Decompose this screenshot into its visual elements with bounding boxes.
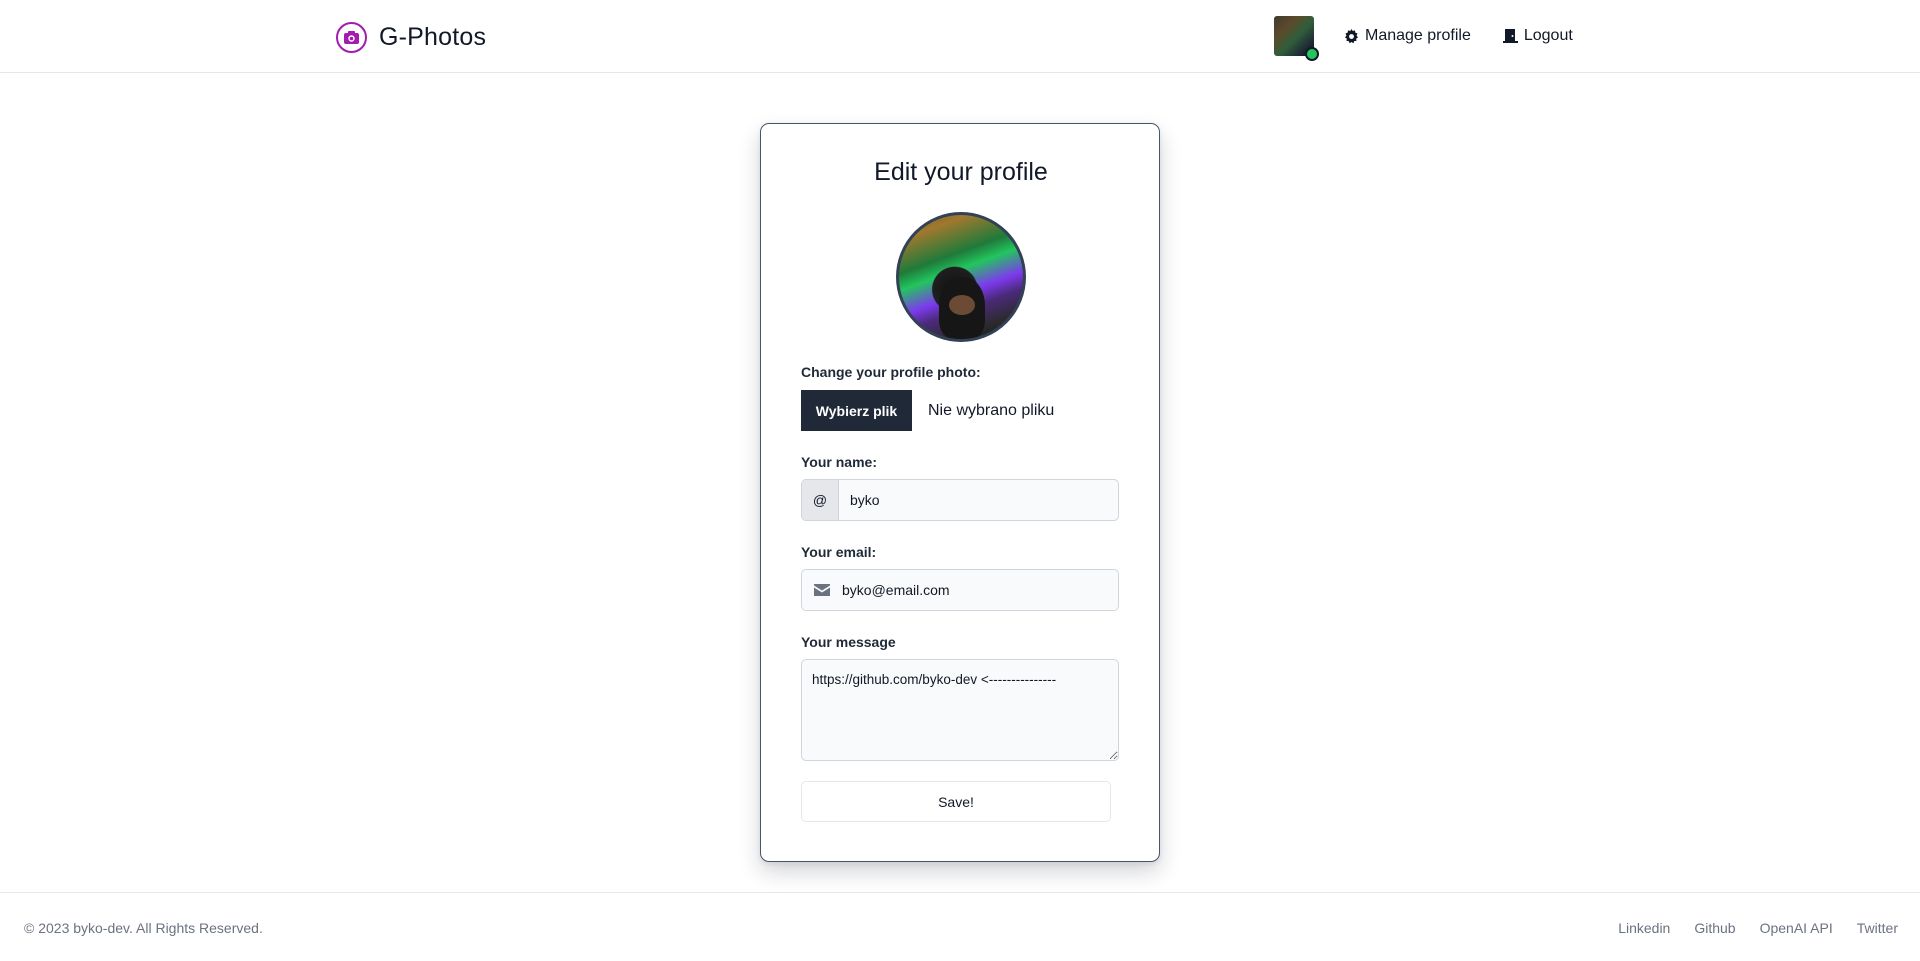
footer-link-twitter[interactable]: Twitter <box>1857 920 1898 936</box>
file-status-text: Nie wybrano pliku <box>928 401 1055 419</box>
email-label: Your email: <box>801 544 877 560</box>
page-title: Edit your profile <box>874 158 1048 186</box>
brand-name: G-Photos <box>379 22 487 51</box>
envelope-icon <box>802 570 842 610</box>
logout-link[interactable]: Logout <box>1502 27 1573 45</box>
message-label: Your message <box>801 634 896 650</box>
footer-link-github[interactable]: Github <box>1694 920 1735 936</box>
gear-icon <box>1344 28 1359 44</box>
email-input[interactable] <box>842 570 1118 610</box>
save-button[interactable]: Save! <box>801 781 1111 822</box>
manage-profile-label: Manage profile <box>1365 27 1471 44</box>
profile-photo-face <box>949 295 975 315</box>
top-navbar: G-Photos Manage profile Logout <box>0 0 1920 73</box>
user-nav: Manage profile Logout <box>1274 15 1573 61</box>
name-input[interactable] <box>839 480 1118 520</box>
message-textarea[interactable]: https://github.com/byko-dev <-----------… <box>801 659 1119 761</box>
copyright-text: © 2023 byko-dev. All Rights Reserved. <box>24 920 263 936</box>
online-status-dot <box>1305 47 1319 61</box>
user-avatar[interactable] <box>1274 16 1319 61</box>
footer: © 2023 byko-dev. All Rights Reserved. Li… <box>0 892 1920 961</box>
brand[interactable]: G-Photos <box>336 20 486 54</box>
camera-icon <box>336 21 367 53</box>
door-icon <box>1502 28 1518 44</box>
at-prefix: @ <box>802 480 839 520</box>
footer-links: Linkedin Github OpenAI API Twitter <box>1618 920 1898 936</box>
manage-profile-link[interactable]: Manage profile <box>1344 27 1471 45</box>
logout-label: Logout <box>1523 27 1573 44</box>
choose-file-button[interactable]: Wybierz plik <box>801 390 912 431</box>
name-label: Your name: <box>801 454 877 470</box>
profile-photo <box>896 212 1026 342</box>
file-picker: Wybierz plik Nie wybrano pliku <box>801 390 1054 431</box>
footer-link-openai-api[interactable]: OpenAI API <box>1760 920 1833 936</box>
photo-label: Change your profile photo: <box>801 364 981 380</box>
name-input-group: @ <box>801 479 1119 521</box>
footer-link-linkedin[interactable]: Linkedin <box>1618 920 1670 936</box>
edit-profile-card: Edit your profile Change your profile ph… <box>760 123 1160 862</box>
email-input-group <box>801 569 1119 611</box>
